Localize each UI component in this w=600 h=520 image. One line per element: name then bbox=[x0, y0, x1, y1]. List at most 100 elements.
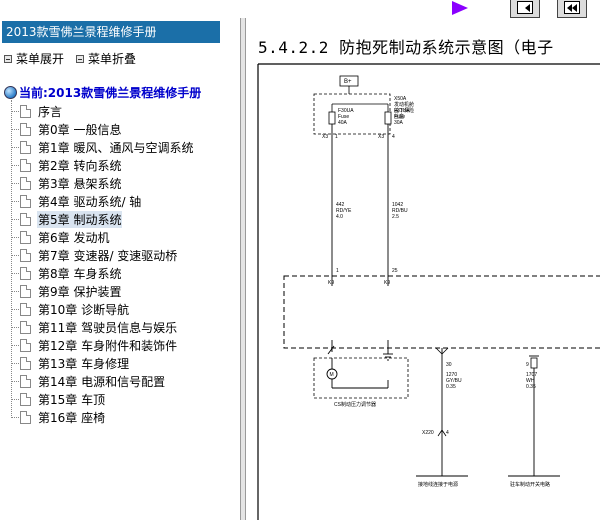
page-icon bbox=[20, 248, 31, 262]
tree-branch-line bbox=[11, 290, 19, 292]
tree-branch-line bbox=[11, 326, 19, 328]
tree-item-label: 第10章 诊断导航 bbox=[38, 302, 130, 317]
page-icon bbox=[20, 338, 31, 352]
fuse1-rating: 40A bbox=[338, 120, 348, 126]
tree-item[interactable]: 第10章 诊断导航 bbox=[11, 300, 130, 318]
page-icon bbox=[20, 104, 31, 118]
tree-branch-line bbox=[11, 218, 19, 220]
page-icon bbox=[20, 140, 31, 154]
expand-icon bbox=[4, 54, 12, 63]
tree-branch-line bbox=[11, 344, 19, 346]
conn-x3-a: X3 bbox=[322, 134, 328, 140]
page-icon bbox=[20, 158, 31, 172]
tree-branch-line bbox=[11, 362, 19, 364]
section-title: 5.4.2.2 防抱死制动系统示意图（电子 bbox=[258, 38, 554, 57]
wire2-gauge: 2.5 bbox=[392, 214, 399, 220]
tree-item[interactable]: 第9章 保护装置 bbox=[11, 282, 122, 300]
tree-branch-line bbox=[11, 182, 19, 184]
pin-a: 1 bbox=[335, 134, 338, 140]
tree-item[interactable]: 第6章 发动机 bbox=[11, 228, 110, 246]
page-icon bbox=[20, 374, 31, 388]
first-page-button[interactable] bbox=[557, 0, 587, 18]
menu-collapse-label: 菜单折叠 bbox=[88, 52, 137, 66]
pin-k2: 25 bbox=[392, 268, 398, 274]
collapse-icon bbox=[76, 54, 84, 63]
tree-item-label: 第16章 座椅 bbox=[38, 410, 106, 425]
tree-item[interactable]: 第4章 驱动系统/ 轴 bbox=[11, 192, 142, 210]
ground-label-1: 接地线连接于电源 bbox=[418, 481, 458, 488]
tree-item[interactable]: 第15章 车顶 bbox=[11, 390, 106, 408]
tree-branch-line bbox=[11, 110, 19, 112]
pin-9: 9 bbox=[526, 362, 529, 368]
wire3-gauge: 0.35 bbox=[446, 384, 456, 390]
tree-branch-line bbox=[11, 164, 19, 166]
page-icon bbox=[20, 356, 31, 370]
motor-label: M bbox=[330, 372, 334, 378]
ground-label-2: 驻车制动开关电路 bbox=[510, 481, 550, 488]
tree-item[interactable]: 第12章 车身附件和装饰件 bbox=[11, 336, 178, 354]
k-label-1: K9 bbox=[328, 280, 334, 286]
abs-schematic-diagram: B+ X50A 发动机舱 盖下保险 丝盒 F30UA Fuse 40A F31U… bbox=[257, 63, 600, 520]
tree-item-label: 第13章 车身修理 bbox=[38, 356, 130, 371]
fuse-box-outline bbox=[313, 93, 391, 135]
fuse-2 bbox=[384, 111, 392, 125]
tree-root[interactable]: 当前:2013款雪佛兰景程维修手册 bbox=[4, 84, 201, 101]
module-label: CS制动压力调节器 bbox=[334, 401, 376, 408]
tree-item[interactable]: 第16章 座椅 bbox=[11, 408, 106, 426]
tree-item[interactable]: 第13章 车身修理 bbox=[11, 354, 130, 372]
tree-item[interactable]: 第14章 电源和信号配置 bbox=[11, 372, 166, 390]
tree-item-label: 第1章 暖风、通风与空调系统 bbox=[38, 140, 194, 155]
k-label-2: K9 bbox=[384, 280, 390, 286]
page-icon bbox=[20, 266, 31, 280]
tree-item-label: 第7章 变速器/ 变速驱动桥 bbox=[38, 248, 178, 263]
tree-item-label: 第14章 电源和信号配置 bbox=[38, 374, 166, 389]
conn-x220-pin: 4 bbox=[446, 430, 449, 436]
page-icon bbox=[20, 122, 31, 136]
wire1-gauge: 4.0 bbox=[336, 214, 343, 220]
tree-item[interactable]: 第0章 一般信息 bbox=[11, 120, 122, 138]
tree-item-label: 第15章 车顶 bbox=[38, 392, 106, 407]
pin-k1: 1 bbox=[336, 268, 339, 274]
page-icon bbox=[20, 194, 31, 208]
tree-item[interactable]: 第1章 暖风、通风与空调系统 bbox=[11, 138, 194, 156]
back-page-button[interactable] bbox=[510, 0, 540, 18]
tree-item-label: 第11章 驾驶员信息与娱乐 bbox=[38, 320, 178, 335]
tree-branch-line bbox=[11, 308, 19, 310]
sidebar-title: 2013款雪佛兰景程维修手册 bbox=[2, 21, 220, 43]
tree-branch-line bbox=[11, 128, 19, 130]
page-icon bbox=[20, 230, 31, 244]
resistor-symbol bbox=[530, 357, 538, 369]
switch-symbol bbox=[327, 345, 335, 355]
conn-x3-b: X3 bbox=[378, 134, 384, 140]
fuse-1 bbox=[328, 111, 336, 125]
tree-item[interactable]: 第8章 车身系统 bbox=[11, 264, 122, 282]
tree-item-label: 第6章 发动机 bbox=[38, 230, 110, 245]
tree-item-label: 第3章 悬架系统 bbox=[38, 176, 122, 191]
menu-collapse-button[interactable]: 菜单折叠 bbox=[76, 50, 136, 67]
tree-branch-line bbox=[11, 398, 19, 400]
tree-root-label: 当前:2013款雪佛兰景程维修手册 bbox=[19, 86, 202, 100]
play-icon[interactable] bbox=[452, 1, 468, 15]
page-icon bbox=[20, 320, 31, 334]
page-icon bbox=[20, 302, 31, 316]
tree-item-label: 第8章 车身系统 bbox=[38, 266, 122, 281]
globe-icon bbox=[4, 86, 17, 99]
menu-expand-label: 菜单展开 bbox=[16, 52, 65, 66]
menu-expand-button[interactable]: 菜单展开 bbox=[4, 50, 64, 67]
wire4-gauge: 0.35 bbox=[526, 384, 536, 390]
tree-item[interactable]: 第11章 驾驶员信息与娱乐 bbox=[11, 318, 178, 336]
tree-item-label: 第0章 一般信息 bbox=[38, 122, 122, 137]
tree-item[interactable]: 序言 bbox=[11, 102, 63, 120]
abs-module-outline bbox=[283, 275, 600, 349]
tree-item[interactable]: 第5章 制动系统 bbox=[11, 210, 123, 228]
tree-item[interactable]: 第3章 悬架系统 bbox=[11, 174, 122, 192]
sidebar: 2013款雪佛兰景程维修手册 菜单展开 菜单折叠 当前:2013款雪佛兰景程维修… bbox=[0, 18, 240, 520]
page-icon bbox=[20, 410, 31, 424]
tree-item[interactable]: 第2章 转向系统 bbox=[11, 156, 122, 174]
tree-item-label: 第2章 转向系统 bbox=[38, 158, 122, 173]
tree-item-label: 第4章 驱动系统/ 轴 bbox=[38, 194, 142, 209]
fuse-box-label-2: 发动机舱 bbox=[394, 101, 414, 108]
tree-item-label: 第9章 保护装置 bbox=[38, 284, 122, 299]
tree-item[interactable]: 第7章 变速器/ 变速驱动桥 bbox=[11, 246, 178, 264]
document-pane: 5.4.2.2 防抱死制动系统示意图（电子 B+ X50A 发动机舱 盖下保险 … bbox=[246, 18, 600, 520]
